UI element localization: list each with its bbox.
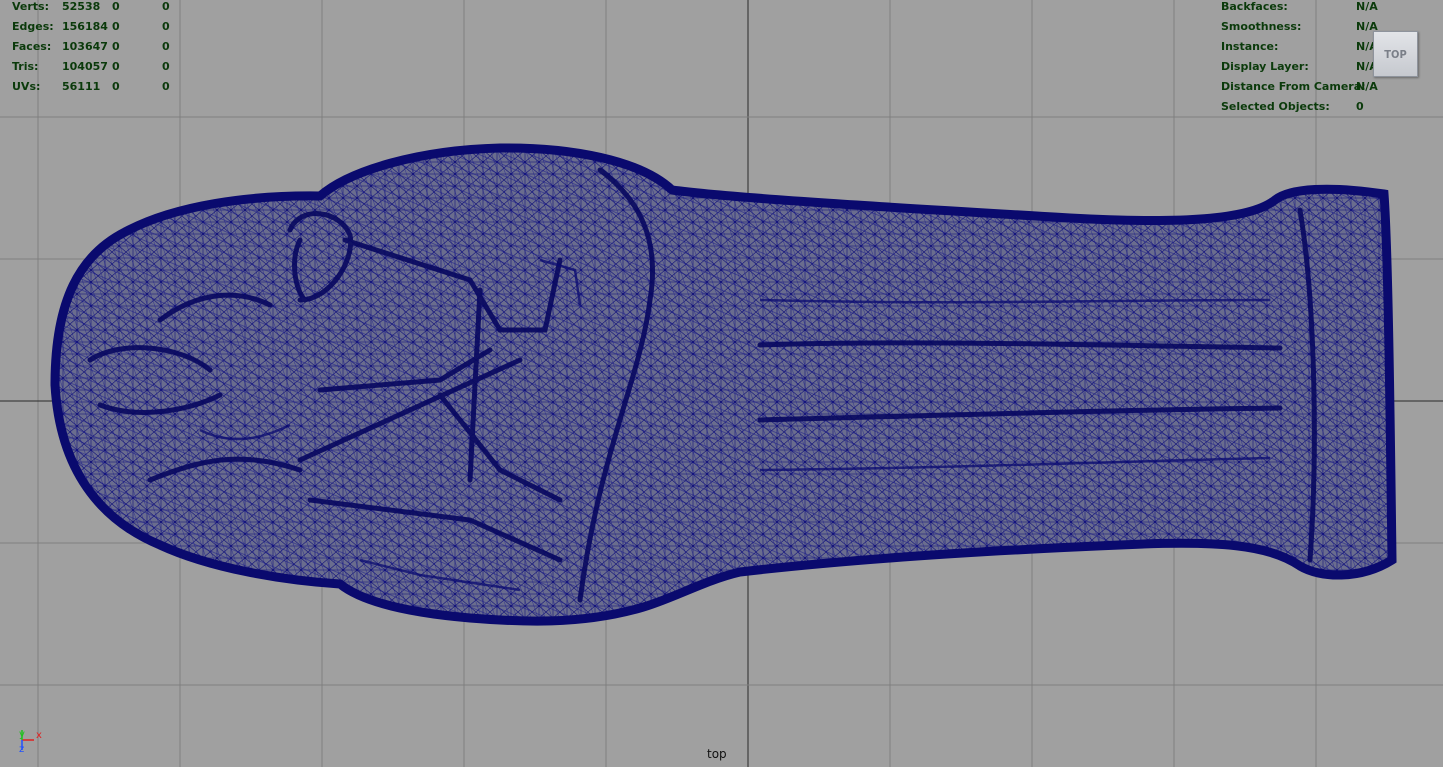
poly-count-value: 0	[162, 20, 170, 33]
poly-count-label: Tris:	[12, 60, 39, 73]
object-detail-label: Distance From Camera:	[1221, 80, 1366, 93]
poly-count-row: Verts: 52538 0 0	[0, 0, 200, 17]
poly-count-value: 0	[162, 40, 170, 53]
poly-count-row: Tris: 104057 0 0	[0, 57, 200, 77]
poly-count-value: 0	[112, 20, 120, 33]
poly-count-label: UVs:	[12, 80, 41, 93]
camera-name-label: top	[707, 747, 727, 761]
axis-orientation-icon: x y z	[14, 728, 50, 760]
view-cube[interactable]: TOP	[1373, 31, 1418, 77]
poly-count-label: Faces:	[12, 40, 52, 53]
viewport-panel[interactable]: Verts: 52538 0 0 Edges: 156184 0 0 Faces: 103647 0…	[0, 0, 1443, 767]
poly-count-value: 104057	[62, 60, 108, 73]
axis-z-label: z	[19, 744, 25, 755]
poly-count-hud: Verts: 52538 0 0 Edges: 156184 0 0 Faces: 103647 0…	[0, 0, 200, 97]
poly-count-value: 0	[162, 60, 170, 73]
view-cube-label: TOP	[1384, 47, 1407, 61]
object-details-hud: Backfaces: N/A Smoothness: N/A Instance: N/A D…	[1221, 0, 1381, 117]
poly-count-value: 103647	[62, 40, 108, 53]
poly-count-value: 156184	[62, 20, 108, 33]
poly-count-row: UVs: 56111 0 0	[0, 77, 200, 97]
axis-x-label: x	[36, 730, 42, 741]
object-detail-row: Display Layer: N/A	[1221, 57, 1381, 77]
object-detail-label: Selected Objects:	[1221, 100, 1330, 113]
poly-count-row: Faces: 103647 0 0	[0, 37, 200, 57]
object-detail-value: N/A	[1356, 80, 1378, 93]
poly-count-value: 0	[112, 60, 120, 73]
poly-count-value: 0	[162, 80, 170, 93]
poly-count-value: 52538	[62, 0, 101, 13]
object-detail-row: Backfaces: N/A	[1221, 0, 1381, 17]
poly-count-value: 0	[162, 0, 170, 13]
object-detail-value: N/A	[1356, 0, 1378, 13]
object-detail-label: Backfaces:	[1221, 0, 1288, 13]
poly-count-value: 0	[112, 80, 120, 93]
object-detail-row: Distance From Camera: N/A	[1221, 77, 1381, 97]
object-detail-value: 0	[1356, 100, 1364, 113]
poly-count-row: Edges: 156184 0 0	[0, 17, 200, 37]
object-detail-label: Display Layer:	[1221, 60, 1309, 73]
poly-count-value: 0	[112, 40, 120, 53]
poly-count-label: Edges:	[12, 20, 54, 33]
object-detail-label: Instance:	[1221, 40, 1279, 53]
object-detail-row: Smoothness: N/A	[1221, 17, 1381, 37]
poly-count-label: Verts:	[12, 0, 50, 13]
object-detail-row: Selected Objects: 0	[1221, 97, 1381, 117]
poly-count-value: 56111	[62, 80, 101, 93]
poly-count-value: 0	[112, 0, 120, 13]
object-detail-row: Instance: N/A	[1221, 37, 1381, 57]
axis-y-label: y	[19, 729, 25, 740]
object-detail-label: Smoothness:	[1221, 20, 1302, 33]
